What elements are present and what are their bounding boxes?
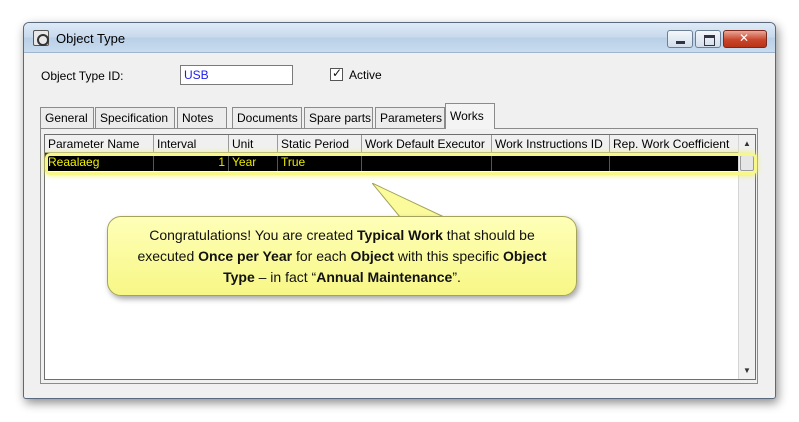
cell-static-period[interactable]: True (278, 153, 362, 171)
column-header-interval[interactable]: Interval (154, 135, 229, 153)
tab-parameters[interactable]: Parameters (375, 107, 445, 128)
tab-spare-parts[interactable]: Spare parts (304, 107, 373, 128)
scroll-up-arrow-icon[interactable]: ▲ (739, 135, 755, 152)
column-header-parameter-name[interactable]: Parameter Name (45, 135, 154, 153)
minimize-button[interactable] (667, 30, 693, 48)
cell-parameter-name[interactable]: Reaalaeg (45, 153, 154, 171)
object-type-window: Object Type Object Type ID: Active Gener… (23, 22, 776, 399)
tab-notes[interactable]: Notes (177, 107, 227, 128)
title-bar[interactable]: Object Type (24, 23, 775, 53)
column-header-unit[interactable]: Unit (229, 135, 278, 153)
tab-specification[interactable]: Specification (95, 107, 175, 128)
grid-header: Parameter Name Interval Unit Static Peri… (45, 135, 739, 153)
close-button[interactable] (723, 30, 767, 48)
cell-rep-work-coefficient[interactable] (610, 153, 739, 171)
window-title: Object Type (56, 31, 126, 46)
tutorial-callout: Congratulations! You are created Typical… (107, 216, 577, 296)
object-type-id-field[interactable] (180, 65, 293, 85)
active-checkbox[interactable] (330, 66, 343, 81)
cell-work-instructions-id[interactable] (492, 153, 610, 171)
tab-documents[interactable]: Documents (232, 107, 302, 128)
tab-works[interactable]: Works (445, 103, 495, 129)
table-row[interactable]: Reaalaeg 1 Year True (45, 153, 739, 171)
column-header-work-instructions-id[interactable]: Work Instructions ID (492, 135, 610, 153)
cell-unit[interactable]: Year (229, 153, 278, 171)
column-header-static-period[interactable]: Static Period (278, 135, 362, 153)
column-header-work-default-executor[interactable]: Work Default Executor (362, 135, 492, 153)
tab-general[interactable]: General (40, 107, 94, 128)
scroll-down-arrow-icon[interactable]: ▼ (739, 362, 755, 379)
cell-interval[interactable]: 1 (154, 153, 229, 171)
maximize-button[interactable] (695, 30, 721, 48)
object-type-id-label: Object Type ID: (41, 69, 124, 83)
vertical-scrollbar[interactable]: ▲ ▼ (738, 135, 755, 379)
active-label: Active (349, 68, 382, 82)
scroll-thumb[interactable] (740, 155, 754, 171)
cell-work-default-executor[interactable] (362, 153, 492, 171)
column-header-rep-work-coefficient[interactable]: Rep. Work Coefficient (610, 135, 739, 153)
object-type-icon (33, 30, 49, 46)
callout-text: Congratulations! You are created Typical… (137, 227, 547, 285)
